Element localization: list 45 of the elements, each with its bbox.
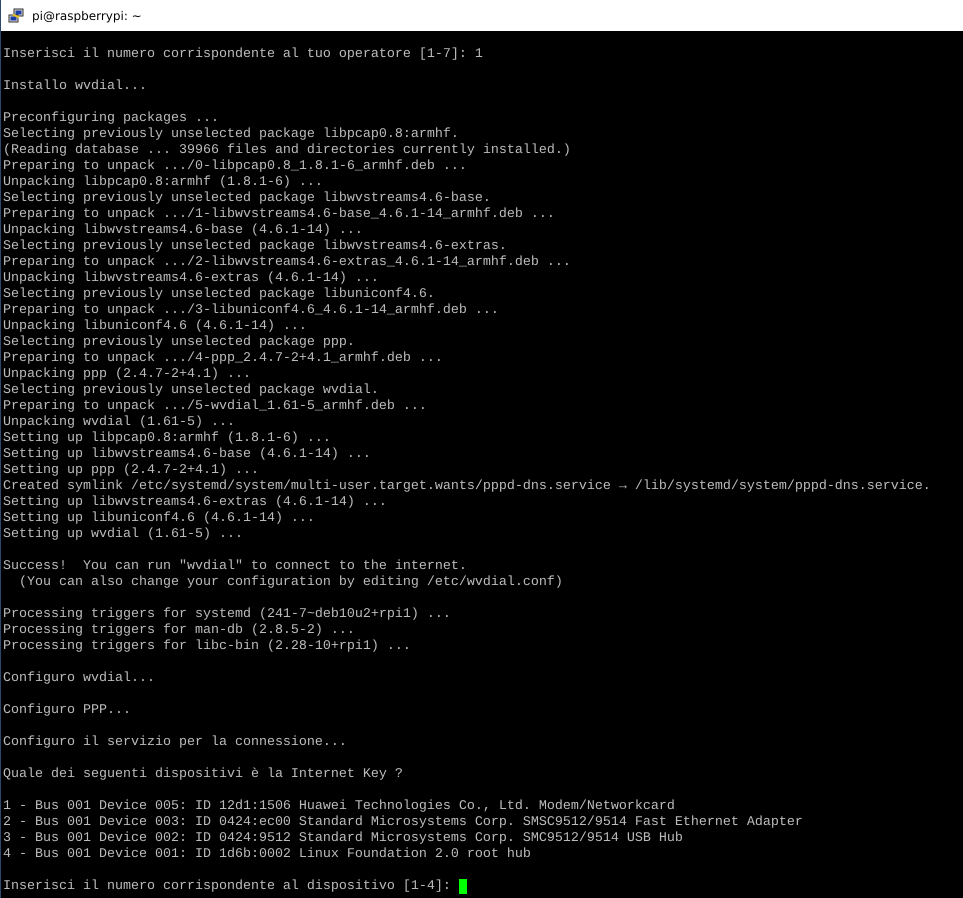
terminal-line: Processing triggers for man-db (2.8.5-2) ... xyxy=(3,623,355,639)
terminal-line: Selecting previously unselected package libwvstreams4.6-base. xyxy=(3,191,491,207)
window-title: pi@raspberrypi: ~ xyxy=(32,8,142,22)
terminal-app-icon[interactable] xyxy=(8,8,24,24)
terminal-line: Setting up ppp (2.4.7-2+4.1) ... xyxy=(3,463,259,479)
terminal-line: Preparing to unpack .../3-libuniconf4.6_4.6.1-14_armhf.deb ... xyxy=(3,303,499,319)
terminal-line: Processing triggers for libc-bin (2.28-10+rpi1) ... xyxy=(3,639,411,655)
terminal-line: (Reading database ... 39966 files and directories currently installed.) xyxy=(3,143,571,159)
terminal-line: Preparing to unpack .../0-libpcap0.8_1.8.1-6_armhf.deb ... xyxy=(3,159,467,175)
terminal-line: Selecting previously unselected package libpcap0.8:armhf. xyxy=(3,127,459,143)
terminal-line: Configuro il servizio per la connessione... xyxy=(3,735,347,751)
terminal-line: Preparing to unpack .../4-ppp_2.4.7-2+4.1_armhf.deb ... xyxy=(3,351,443,367)
terminal-line: Selecting previously unselected package libwvstreams4.6-extras. xyxy=(3,239,507,255)
terminal-line: (You can also change your configuration by editing /etc/wvdial.conf) xyxy=(18,575,563,591)
terminal-line: Selecting previously unselected package wvdial. xyxy=(3,383,379,399)
terminal-line: Setting up libpcap0.8:armhf (1.8.1-6) ... xyxy=(3,431,331,447)
terminal-line: Selecting previously unselected package ppp. xyxy=(3,335,355,351)
terminal-line: Preparing to unpack .../5-wvdial_1.61-5_armhf.deb ... xyxy=(3,399,427,415)
terminal-line: Unpacking wvdial (1.61-5) ... xyxy=(3,415,235,431)
terminal-line: Installo wvdial... xyxy=(3,79,147,95)
terminal-line: Setting up wvdial (1.61-5) ... xyxy=(3,527,243,543)
terminal-line: Preconfiguring packages ... xyxy=(3,111,219,127)
terminal-line: Unpacking libwvstreams4.6-extras (4.6.1-14) ... xyxy=(3,271,379,287)
terminal-line: Unpacking libwvstreams4.6-base (4.6.1-14) ... xyxy=(3,223,363,239)
terminal-line: Unpacking libuniconf4.6 (4.6.1-14) ... xyxy=(3,319,307,335)
terminal-line: 2 - Bus 001 Device 003: ID 0424:ec00 Standard Microsystems Corp. SMSC9512/9514 Fast Ethernet Adapter xyxy=(3,815,803,831)
terminal-line: Setting up libwvstreams4.6-extras (4.6.1-14) ... xyxy=(3,495,387,511)
terminal-line: Success! You can run "wvdial" to connect to the internet. xyxy=(3,559,467,575)
terminal-line: Configuro wvdial... xyxy=(3,671,155,687)
terminal-line: 4 - Bus 001 Device 001: ID 1d6b:0002 Linux Foundation 2.0 root hub xyxy=(3,847,531,863)
terminal-line: Unpacking libpcap0.8:armhf (1.8.1-6) ... xyxy=(3,175,323,191)
terminal-line: Setting up libwvstreams4.6-base (4.6.1-14) ... xyxy=(3,447,371,463)
terminal-line: Setting up libuniconf4.6 (4.6.1-14) ... xyxy=(3,511,315,527)
terminal-line: 1 - Bus 001 Device 005: ID 12d1:1506 Huawei Technologies Co., Ltd. Modem/Networkcard xyxy=(3,799,675,815)
terminal-line: Preparing to unpack .../2-libwvstreams4.6-extras_4.6.1-14_armhf.deb ... xyxy=(3,255,571,271)
terminal-line: Inserisci il numero corrispondente al dispositivo [1-4]: xyxy=(3,879,452,895)
terminal-line: Processing triggers for systemd (241-7~deb10u2+rpi1) ... xyxy=(3,607,451,623)
terminal-line: Unpacking ppp (2.4.7-2+4.1) ... xyxy=(3,367,251,383)
terminal-line: Preparing to unpack .../1-libwvstreams4.6-base_4.6.1-14_armhf.deb ... xyxy=(3,207,555,223)
terminal-line: Selecting previously unselected package libuniconf4.6. xyxy=(3,287,435,303)
terminal-line: Inserisci il numero corrispondente al tuo operatore [1-7]: 1 xyxy=(3,47,483,63)
terminal-line: Quale dei seguenti dispositivi è la Internet Key ? xyxy=(3,767,403,783)
terminal-line: 3 - Bus 001 Device 002: ID 0424:9512 Standard Microsystems Corp. SMC9512/9514 USB Hub xyxy=(3,831,683,847)
terminal-line: Configuro PPP... xyxy=(3,703,131,719)
terminal-line: Created symlink /etc/systemd/system/multi-user.target.wants/pppd-dns.service → /lib/systemd/system/pppd-dns.service. xyxy=(3,479,931,495)
